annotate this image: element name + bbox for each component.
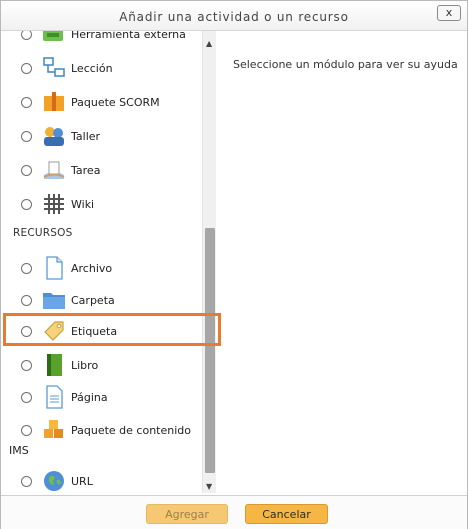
option-label: Taller xyxy=(71,130,101,143)
cancel-button[interactable]: Cancelar xyxy=(245,504,328,524)
dialog-footer: Agregar Cancelar xyxy=(1,495,467,529)
book-icon xyxy=(41,352,67,378)
option-label: Carpeta xyxy=(71,294,115,307)
option-label: URL xyxy=(71,475,93,488)
dialog-titlebar: Añadir una actividad o un recurso x xyxy=(1,1,467,31)
dialog-title: Añadir una actividad o un recurso xyxy=(119,10,349,24)
option-page[interactable]: Página xyxy=(9,381,201,415)
option-external-tool[interactable]: Herramienta externa xyxy=(9,31,201,52)
file-icon xyxy=(41,255,67,281)
resources-heading: RECURSOS xyxy=(13,227,73,239)
option-ims-package[interactable]: Paquete de contenido IMS xyxy=(9,414,201,457)
option-book[interactable]: Libro xyxy=(9,349,201,383)
radio-button[interactable] xyxy=(21,263,32,274)
external-tool-icon xyxy=(41,31,67,47)
radio-button[interactable] xyxy=(21,31,32,40)
scroll-up-arrow-icon[interactable]: ▲ xyxy=(206,39,212,48)
radio-button[interactable] xyxy=(21,476,32,487)
option-label-continued: IMS xyxy=(9,444,29,457)
option-label: Paquete de contenido xyxy=(71,424,191,437)
scroll-down-arrow-icon[interactable]: ▼ xyxy=(206,482,212,491)
close-button[interactable]: x xyxy=(437,5,461,21)
radio-button[interactable] xyxy=(21,165,32,176)
radio-button[interactable] xyxy=(21,63,32,74)
option-label: Libro xyxy=(71,359,99,372)
option-scorm[interactable]: Paquete SCORM xyxy=(9,86,201,120)
option-label: Wiki xyxy=(71,198,95,211)
option-wiki[interactable]: Wiki xyxy=(9,188,201,222)
list-scrollbar[interactable]: ▲ ▼ xyxy=(202,31,216,493)
ims-package-icon xyxy=(41,417,67,443)
module-list: Herramienta externa Lección Paquete SCOR… xyxy=(9,31,215,493)
radio-button[interactable] xyxy=(21,131,32,142)
option-label: Paquete SCORM xyxy=(71,96,160,109)
scrollbar-thumb[interactable] xyxy=(205,228,215,473)
wiki-icon xyxy=(41,191,67,217)
option-label: Tarea xyxy=(71,164,101,177)
radio-button[interactable] xyxy=(21,360,32,371)
option-workshop[interactable]: Taller xyxy=(9,120,201,154)
radio-button[interactable] xyxy=(21,392,32,403)
workshop-icon xyxy=(41,123,67,149)
option-label: Archivo xyxy=(71,262,113,275)
option-url[interactable]: URL xyxy=(9,465,201,493)
radio-button[interactable] xyxy=(21,295,32,306)
radio-button[interactable] xyxy=(21,199,32,210)
assignment-icon xyxy=(41,157,67,183)
selection-highlight-box xyxy=(3,313,221,346)
add-button[interactable]: Agregar xyxy=(146,504,228,524)
radio-button[interactable] xyxy=(21,425,32,436)
add-activity-dialog: Añadir una actividad o un recurso x Herr… xyxy=(0,0,468,529)
help-text: Seleccione un módulo para ver su ayuda xyxy=(233,58,458,71)
option-label: Página xyxy=(71,391,108,404)
scorm-package-icon xyxy=(41,89,67,115)
lesson-icon xyxy=(41,55,67,81)
url-icon xyxy=(41,468,67,493)
option-lesson[interactable]: Lección xyxy=(9,52,201,86)
folder-icon xyxy=(41,287,67,313)
page-icon xyxy=(41,384,67,410)
radio-button[interactable] xyxy=(21,97,32,108)
option-assignment[interactable]: Tarea xyxy=(9,154,201,188)
option-label: Herramienta externa xyxy=(71,31,186,41)
option-file[interactable]: Archivo xyxy=(9,252,201,286)
option-label: Lección xyxy=(71,62,113,75)
